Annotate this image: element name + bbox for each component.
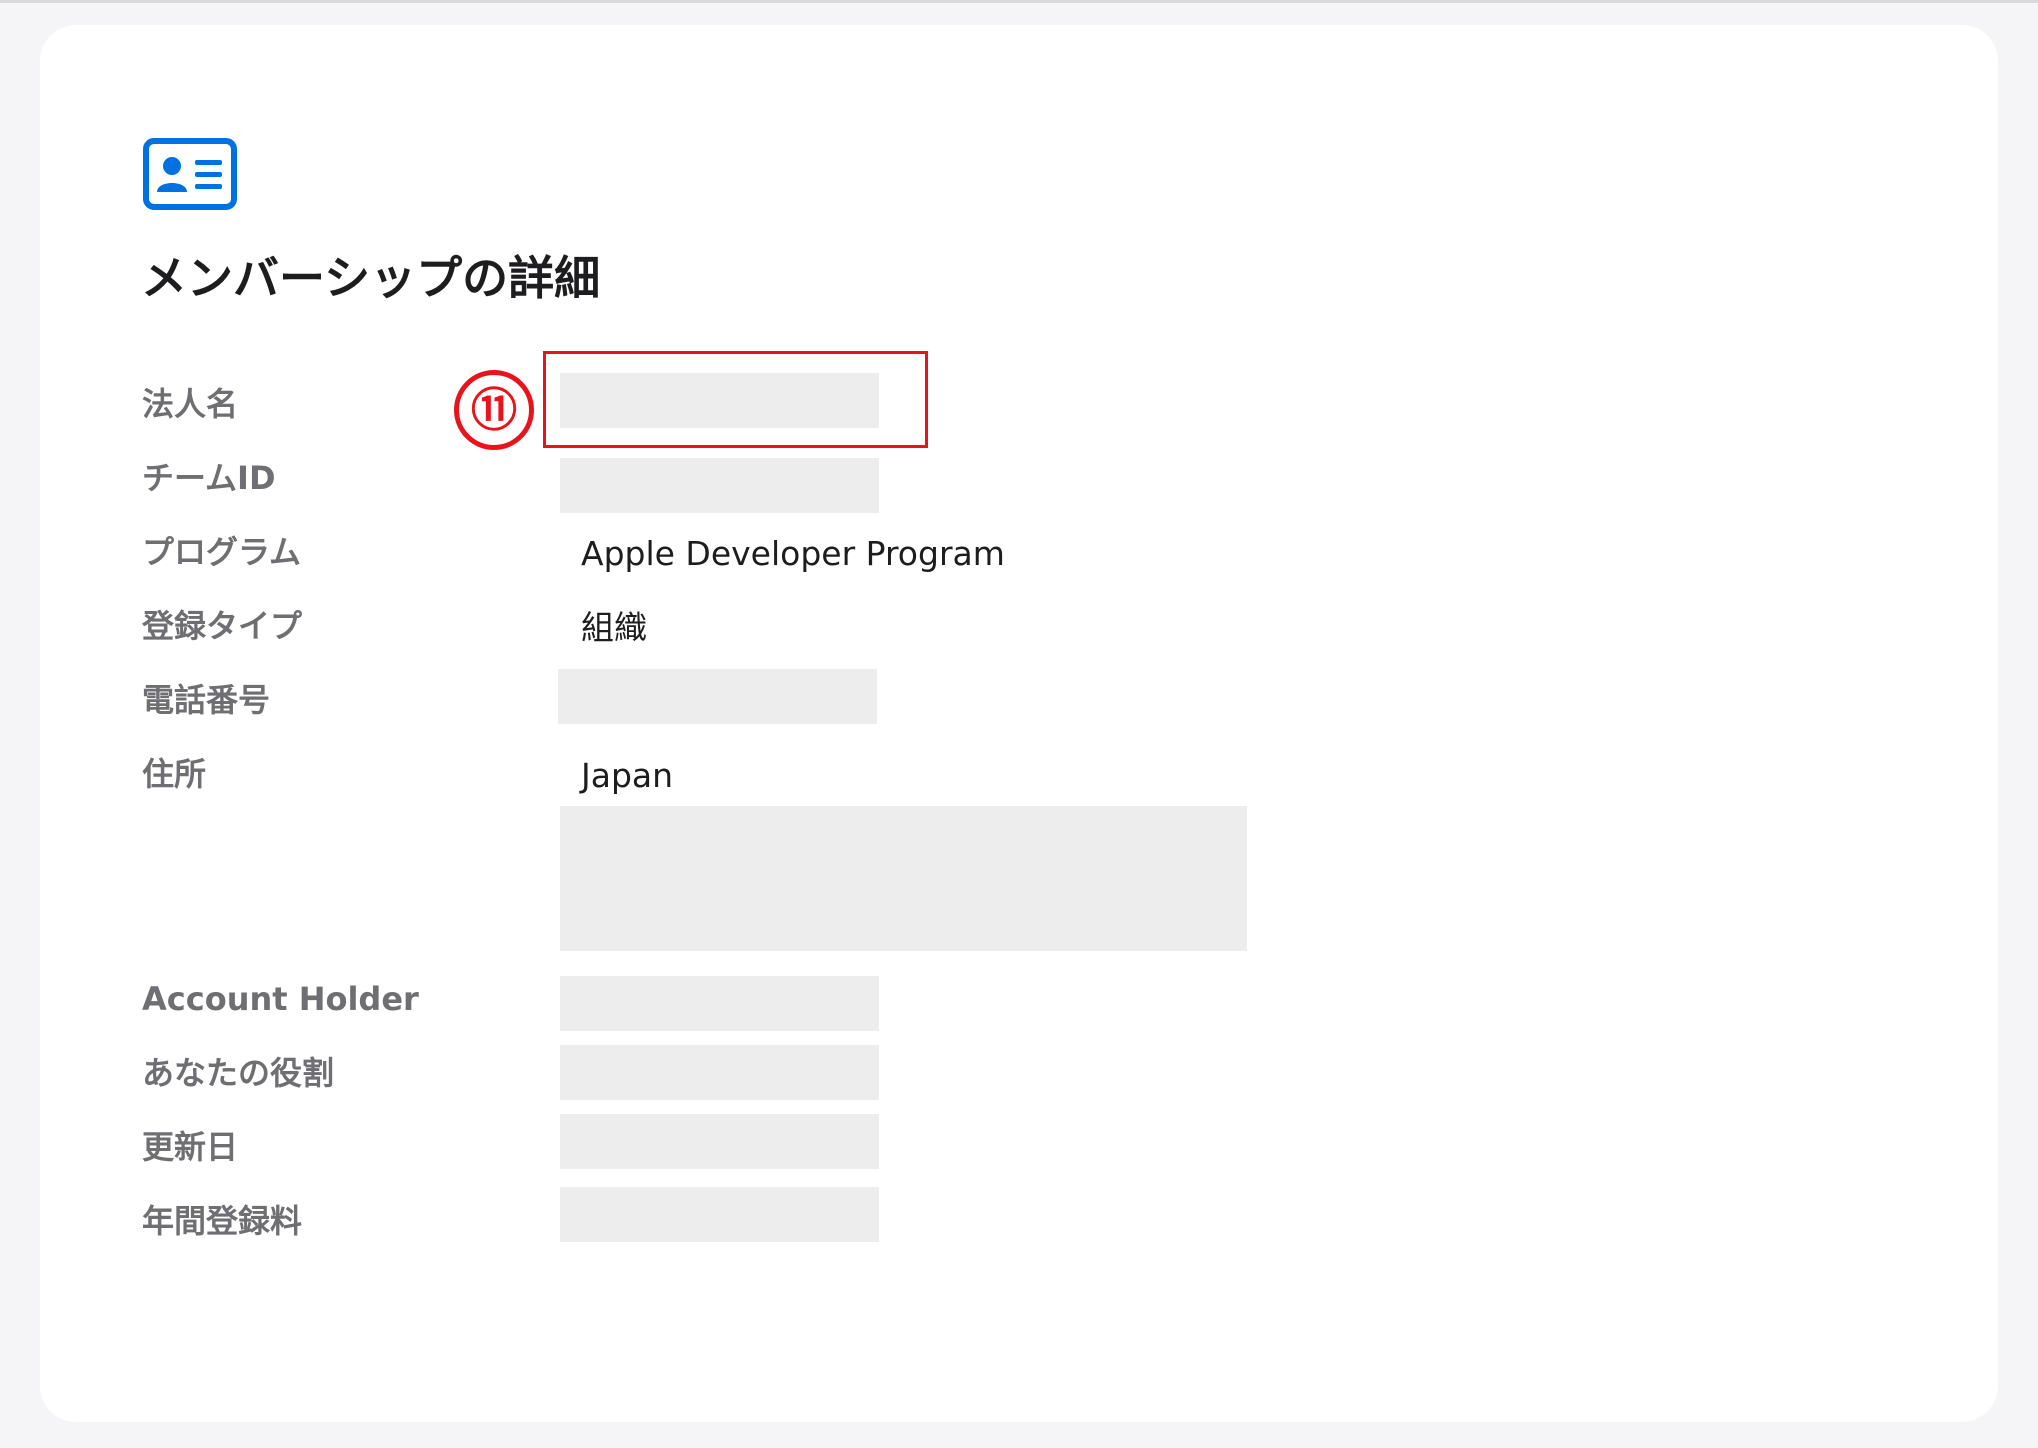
value-program: Apple Developer Program <box>581 534 1005 573</box>
step-number-marker: ⑪ <box>454 370 534 450</box>
membership-details-card <box>40 25 1998 1422</box>
page-title: メンバーシップの詳細 <box>141 251 601 305</box>
highlight-box <box>543 351 928 448</box>
label-address: 住所 <box>142 755 207 793</box>
label-phone-number: 電話番号 <box>142 681 271 719</box>
label-account-holder: Account Holder <box>142 980 419 1018</box>
top-divider <box>0 0 2038 3</box>
value-enrollment-type: 組織 <box>581 608 647 647</box>
value-address-redacted <box>560 806 1247 951</box>
value-address-country: Japan <box>581 756 674 795</box>
value-phone-number-redacted <box>558 669 877 724</box>
label-annual-fee: 年間登録料 <box>142 1202 303 1240</box>
value-account-holder-redacted <box>560 976 879 1031</box>
label-entity-name: 法人名 <box>142 385 239 423</box>
label-renewal-date: 更新日 <box>142 1128 239 1166</box>
label-enrollment-type: 登録タイプ <box>142 607 303 645</box>
label-your-role: あなたの役割 <box>142 1054 335 1092</box>
value-annual-fee-redacted <box>560 1187 879 1242</box>
label-team-id: チームID <box>142 459 276 497</box>
value-renewal-date-redacted <box>560 1114 879 1169</box>
id-card-icon <box>143 138 237 210</box>
value-your-role-redacted <box>560 1045 879 1100</box>
value-team-id-redacted <box>560 458 879 513</box>
label-program: プログラム <box>142 533 302 571</box>
